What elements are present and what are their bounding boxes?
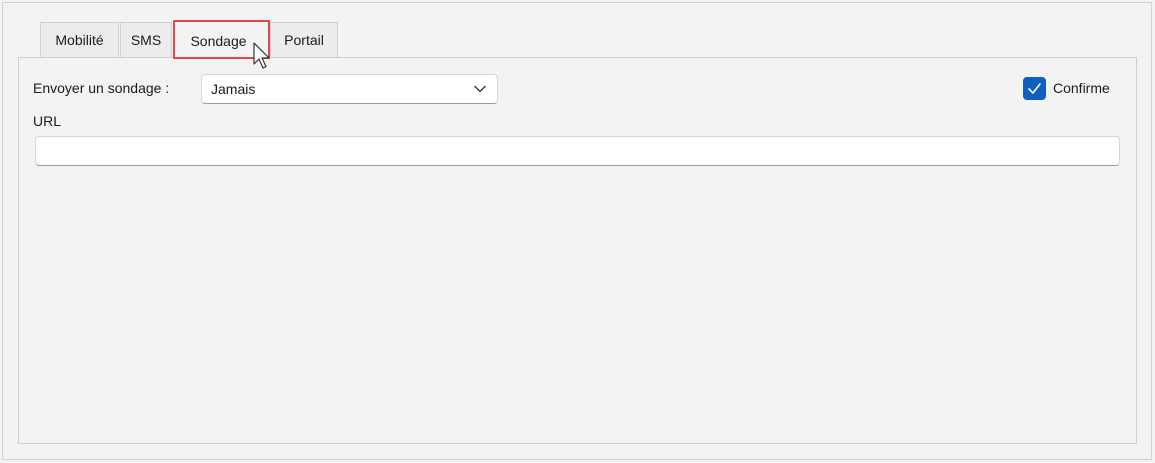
- tab-portail[interactable]: Portail: [270, 22, 338, 58]
- send-survey-dropdown[interactable]: Jamais: [201, 74, 498, 104]
- send-survey-selected-value: Jamais: [211, 81, 256, 97]
- tab-portail-label: Portail: [284, 32, 324, 48]
- confirm-label: Confirme: [1053, 80, 1110, 96]
- chevron-down-icon: [474, 85, 486, 93]
- url-label: URL: [33, 113, 62, 129]
- tab-sondage[interactable]: Sondage: [173, 20, 270, 59]
- checkmark-icon: [1028, 83, 1041, 94]
- tab-mobilite[interactable]: Mobilité: [40, 22, 119, 58]
- url-input[interactable]: [35, 136, 1120, 166]
- tab-sondage-label: Sondage: [190, 33, 247, 49]
- confirm-checkbox-box[interactable]: [1023, 77, 1046, 100]
- tab-sms[interactable]: SMS: [120, 22, 172, 58]
- send-survey-label: Envoyer un sondage :: [33, 80, 170, 96]
- tab-mobilite-label: Mobilité: [55, 32, 104, 48]
- tab-panel-sondage: Envoyer un sondage : Jamais Confirme URL: [18, 57, 1137, 444]
- tab-sms-label: SMS: [130, 32, 162, 48]
